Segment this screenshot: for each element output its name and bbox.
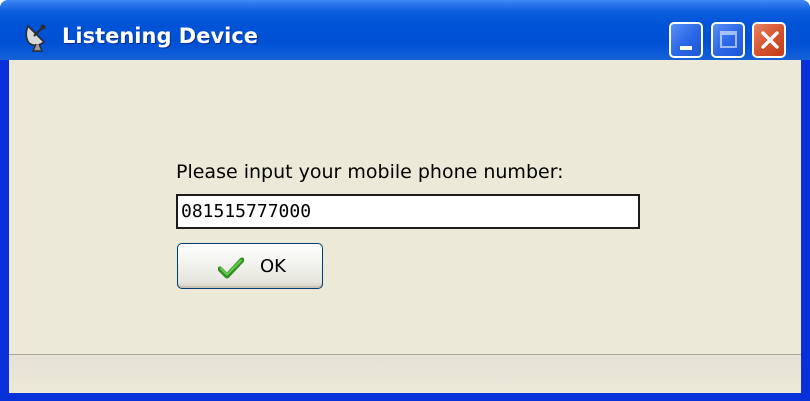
application-window: Listening Device Please input your mobil… <box>0 0 810 401</box>
ok-button[interactable]: OK <box>177 243 323 289</box>
title-bar[interactable]: Listening Device <box>0 0 810 60</box>
phone-number-input[interactable] <box>176 194 640 229</box>
status-bar <box>9 354 801 393</box>
minimize-icon <box>680 46 692 50</box>
close-icon <box>761 31 779 49</box>
dialog-content: Please input your mobile phone number: O… <box>9 60 801 393</box>
phone-prompt-label: Please input your mobile phone number: <box>176 161 564 183</box>
close-button[interactable] <box>752 22 786 58</box>
minimize-button[interactable] <box>669 22 703 58</box>
ok-button-label: OK <box>260 256 286 277</box>
maximize-icon <box>720 31 737 48</box>
checkmark-icon <box>218 257 244 279</box>
window-title: Listening Device <box>62 24 259 48</box>
maximize-button[interactable] <box>711 22 745 58</box>
satellite-dish-icon <box>25 24 46 52</box>
